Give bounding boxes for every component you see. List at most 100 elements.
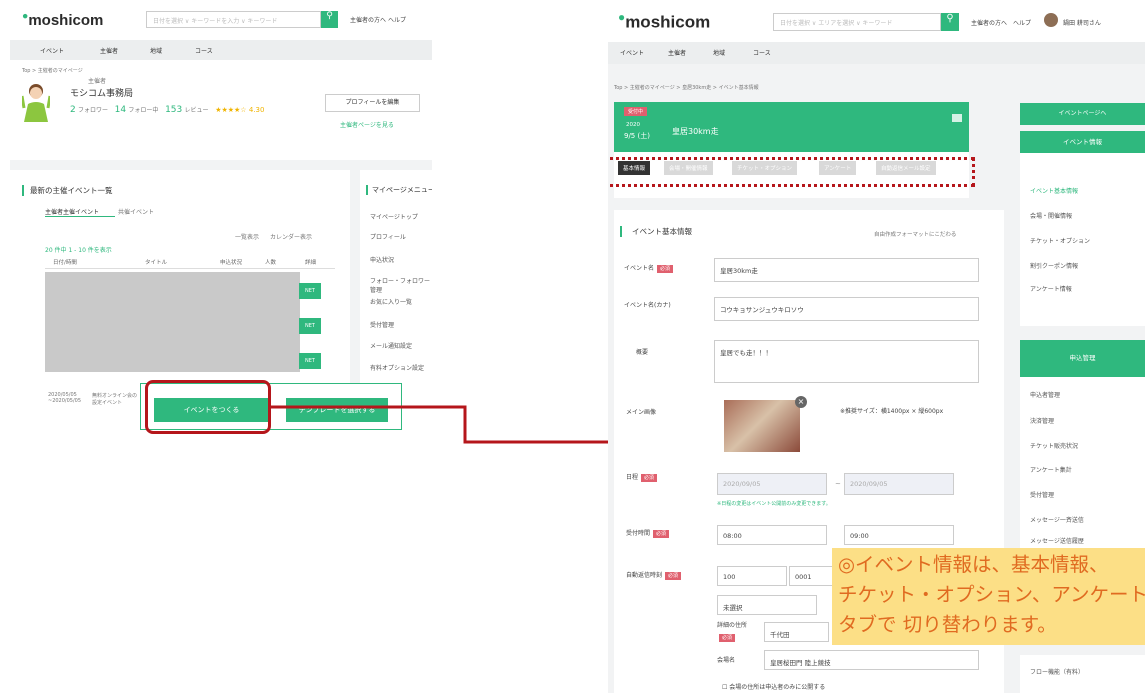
main-image-thumbnail[interactable] xyxy=(724,400,800,452)
manage-menu: 申込管理 申込者管理 決済管理 チケット販売状況 アンケート集計 受付管理 メッ… xyxy=(1020,340,1145,550)
side-item[interactable]: フロー機能（有料） xyxy=(1030,667,1084,676)
row-action-button[interactable]: NET xyxy=(299,283,321,299)
nav-events[interactable]: イベント xyxy=(620,48,644,57)
date-end-input[interactable]: 2020/09/05 xyxy=(844,473,954,495)
image-icon[interactable] xyxy=(952,114,962,122)
section-title: イベント基本情報 xyxy=(620,226,692,237)
summary-textarea[interactable]: 皇居でも走！！！ xyxy=(714,340,979,383)
header-link-organizer[interactable]: 主催者の方へ xyxy=(350,15,386,24)
header-link-help[interactable]: ヘルプ xyxy=(388,15,406,24)
site-logo[interactable]: ●moshicom xyxy=(618,10,710,33)
side-item[interactable]: メッセージ送信履歴 xyxy=(1030,536,1084,545)
row-title: 無料オンライン会の設定イベント xyxy=(92,393,138,406)
menu-item[interactable]: 申込状況 xyxy=(370,255,394,264)
side-item[interactable]: アンケート情報 xyxy=(1030,284,1072,293)
breadcrumb: Top > 主催者のマイページ xyxy=(22,68,83,74)
side-item[interactable]: チケット・オプション xyxy=(1030,236,1090,245)
side-item[interactable]: アンケート集計 xyxy=(1030,465,1072,474)
bottom-menu: フロー機能（有料） xyxy=(1020,655,1145,693)
event-year: 2020 xyxy=(626,122,640,128)
menu-item[interactable]: プロフィール xyxy=(370,232,406,241)
tab-underline xyxy=(45,216,115,217)
event-date: 9/5 (土) xyxy=(624,132,650,140)
prefecture-input[interactable]: 千代田 xyxy=(764,622,829,642)
side-item[interactable]: 割引クーポン情報 xyxy=(1030,261,1078,270)
menu-item[interactable]: 受付管理 xyxy=(370,320,394,329)
time-start-input[interactable]: 08:00 xyxy=(717,525,827,545)
event-name-input[interactable]: 皇居30km走 xyxy=(714,258,979,282)
side-item[interactable]: 申込者管理 xyxy=(1030,390,1060,399)
menu-title: マイページメニュー xyxy=(366,185,432,195)
format-link[interactable]: 自由作成フォーマットにこだわる xyxy=(874,230,956,238)
side-item[interactable]: チケット販売状況 xyxy=(1030,441,1078,450)
event-title: 皇居30km走 xyxy=(672,127,719,136)
label-event-kana: イベント名(カナ) xyxy=(624,302,671,309)
label-summary: 概要 xyxy=(636,349,649,356)
search-icon[interactable]: ⚲ xyxy=(941,13,959,31)
user-avatar[interactable] xyxy=(1044,13,1058,27)
edit-profile-button[interactable]: プロフィールを編集 xyxy=(325,94,420,112)
mypage-screenshot: ●moshicom 日付を選択 ∨ キーワードを入力 ∨ キーワード ⚲ 主催者… xyxy=(10,0,432,430)
list-view-toggle[interactable]: 一覧表示 xyxy=(235,232,259,241)
nav-organizers[interactable]: 主催者 xyxy=(100,46,118,55)
date-start-input[interactable]: 2020/09/05 xyxy=(717,473,827,495)
event-info-header: イベント情報 xyxy=(1020,131,1145,153)
public-checkbox[interactable]: ☐ 会場の住所は申込者のみに公開する xyxy=(722,682,825,691)
label-detail-address: 詳細の住所 xyxy=(717,622,748,629)
label-event-name: イベント名 必須 xyxy=(624,263,674,273)
annotation-note: ◎イベント情報は、基本情報、 チケット・オプション、アンケートが タブで 切り替… xyxy=(832,548,1145,645)
search-input[interactable]: 日付を選択 ∨ キーワードを入力 ∨ キーワード xyxy=(146,11,321,28)
header-link-organizer[interactable]: 主催者の方へ xyxy=(971,18,1007,27)
label-venue-name: 会場名 xyxy=(717,657,736,664)
menu-item[interactable]: マイページトップ xyxy=(370,212,418,221)
nav-areas[interactable]: 地域 xyxy=(713,48,725,57)
time-end-input[interactable]: 09:00 xyxy=(844,525,954,545)
header: ●moshicom 日付を選択 ∨ キーワードを入力 ∨ キーワード ⚲ 主催者… xyxy=(10,0,432,40)
blurred-rows xyxy=(45,272,300,372)
org-stats: 2 フォロワー 14 フォロー中 153 レビュー ★★★★☆ 4.30 xyxy=(70,105,265,115)
calendar-view-toggle[interactable]: カレンダー表示 xyxy=(270,232,312,241)
breadcrumb: Top > 主催者のマイページ > 皇居30km走 > イベント基本情報 xyxy=(614,85,759,91)
side-item[interactable]: 受付管理 xyxy=(1030,490,1054,499)
label-main-image: メイン画像 xyxy=(626,409,657,416)
side-item[interactable]: イベント基本情報 xyxy=(1030,186,1078,195)
side-item[interactable]: 決済管理 xyxy=(1030,416,1054,425)
event-page-button[interactable]: イベントページへ xyxy=(1020,103,1145,125)
menu-item[interactable]: フォロー・フォロワー管理 xyxy=(370,276,432,294)
org-label: 主催者 xyxy=(88,78,107,85)
close-icon[interactable]: × xyxy=(795,396,807,408)
profile-card: Top > 主催者のマイページ 主催者 モシコム事務局 2 フォロワー 14 フ… xyxy=(10,60,432,160)
row-action-button[interactable]: NET xyxy=(299,318,321,334)
user-name[interactable]: 鍋田 耕司さん xyxy=(1063,18,1101,27)
main-nav: イベント 主催者 地域 コース xyxy=(608,42,1145,64)
category-select[interactable]: 未選択 xyxy=(717,595,817,615)
nav-areas[interactable]: 地域 xyxy=(150,46,162,55)
menu-item[interactable]: お気に入り一覧 xyxy=(370,297,412,306)
venue-input[interactable]: 皇居桜田門 陸上競技 xyxy=(764,650,979,670)
auto-value-1[interactable]: 100 xyxy=(717,566,787,586)
req-badge: 必須 xyxy=(719,632,736,642)
event-kana-input[interactable]: コウキョサンジュウキロソウ xyxy=(714,297,979,321)
header-link-help[interactable]: ヘルプ xyxy=(1013,18,1031,27)
tabs-highlight xyxy=(608,157,975,187)
menu-item[interactable]: 有料オプション設定 xyxy=(370,363,424,372)
search-icon[interactable]: ⚲ xyxy=(321,11,338,28)
tab-own[interactable]: 主催者主催イベント xyxy=(45,207,99,216)
side-item[interactable]: 会場・開催情報 xyxy=(1030,211,1072,220)
row-action-button[interactable]: NET xyxy=(299,353,321,369)
organizer-page-link[interactable]: 主催者ページを見る xyxy=(340,120,394,129)
nav-organizers[interactable]: 主催者 xyxy=(668,48,686,57)
tab-co[interactable]: 共催イベント xyxy=(118,207,154,216)
site-logo[interactable]: ●moshicom xyxy=(22,10,103,29)
event-info-menu: イベント情報 イベント基本情報 会場・開催情報 チケット・オプション 割引クーポ… xyxy=(1020,131,1145,326)
rating-stars: ★★★★☆ xyxy=(215,106,247,114)
org-name: モシコム事務局 xyxy=(70,89,134,99)
search-input[interactable]: 日付を選択 ∨ エリアを選択 ∨ キーワード xyxy=(773,13,941,31)
event-banner: 受付中 2020 9/5 (土) 皇居30km走 xyxy=(614,102,969,152)
nav-events[interactable]: イベント xyxy=(40,46,64,55)
table-header: 日付/時間 タイトル 申込状況 人数 詳細 xyxy=(45,257,335,269)
side-item[interactable]: メッセージ一斉送信 xyxy=(1030,515,1084,524)
nav-courses[interactable]: コース xyxy=(195,46,213,55)
nav-courses[interactable]: コース xyxy=(753,48,771,57)
menu-item[interactable]: メール通知設定 xyxy=(370,341,412,350)
